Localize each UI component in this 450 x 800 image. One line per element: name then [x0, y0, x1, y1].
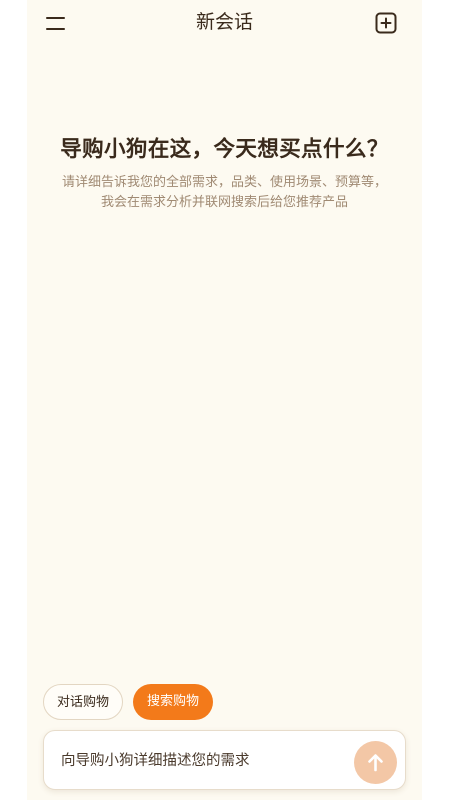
- arrow-up-icon: [368, 754, 383, 772]
- welcome-subtitle-line-1: 请详细告诉我您的全部需求，品类、使用场景、预算等，: [61, 175, 387, 190]
- send-button[interactable]: [354, 741, 397, 784]
- message-input[interactable]: [61, 750, 331, 772]
- new-chat-button[interactable]: [374, 11, 398, 35]
- mode-chat-shopping-chip[interactable]: 对话购物: [43, 684, 123, 720]
- page-title: 新会话: [195, 11, 253, 33]
- welcome-subtitle-line-2: 我会在需求分析并联网搜索后给您推荐产品: [100, 195, 348, 210]
- mode-search-shopping-chip[interactable]: 搜索购物: [133, 684, 213, 720]
- welcome-subtitle: 请详细告诉我您的全部需求，品类、使用场景、预算等， 我会在需求分析并联网搜索后给…: [27, 173, 422, 213]
- top-bar: 新会话: [27, 0, 422, 44]
- welcome-section: 导购小狗在这，今天想买点什么？ 请详细告诉我您的全部需求，品类、使用场景、预算等…: [27, 136, 422, 213]
- welcome-title: 导购小狗在这，今天想买点什么？: [60, 137, 389, 162]
- message-composer: [43, 730, 406, 790]
- new-chat-icon: [375, 12, 397, 34]
- app-screen: 新会话 导购小狗在这，今天想买点什么？ 请详细告诉我您的全部需求，品类、使用场景…: [27, 0, 422, 800]
